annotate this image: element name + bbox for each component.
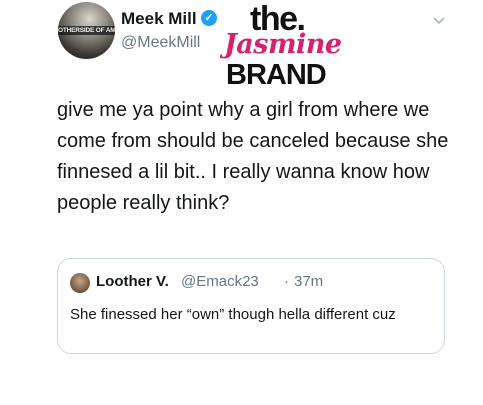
author-avatar[interactable]: OTHERSIDE OF AMERICA — [58, 2, 115, 59]
watermark-logo: the. Jasmine BRAND — [224, 2, 354, 92]
chevron-down-icon[interactable] — [432, 16, 446, 26]
watermark-line-3: BRAND — [226, 59, 327, 91]
author-name[interactable]: Meek Mill — [121, 9, 197, 29]
quoted-tweet-card[interactable]: Loother V. @Emack23 · 37m She finessed h… — [57, 258, 445, 354]
quoted-tweet-text: She finessed her “own” though hella diff… — [70, 306, 396, 323]
quoted-author-handle: @Emack23 — [181, 273, 259, 290]
watermark-line-2: Jasmine — [224, 29, 342, 60]
verified-icon: ✓ — [201, 10, 217, 26]
quoted-author-name: Loother V. — [96, 273, 169, 290]
quoted-timestamp: 37m — [294, 273, 324, 290]
quoted-separator: · — [284, 273, 289, 290]
author-handle[interactable]: @MeekMill — [121, 34, 200, 52]
quoted-author-avatar[interactable] — [70, 273, 90, 293]
tweet-text: give me ya point why a girl from where w… — [57, 99, 449, 214]
avatar-banner-text: OTHERSIDE OF AMERICA — [58, 26, 115, 35]
